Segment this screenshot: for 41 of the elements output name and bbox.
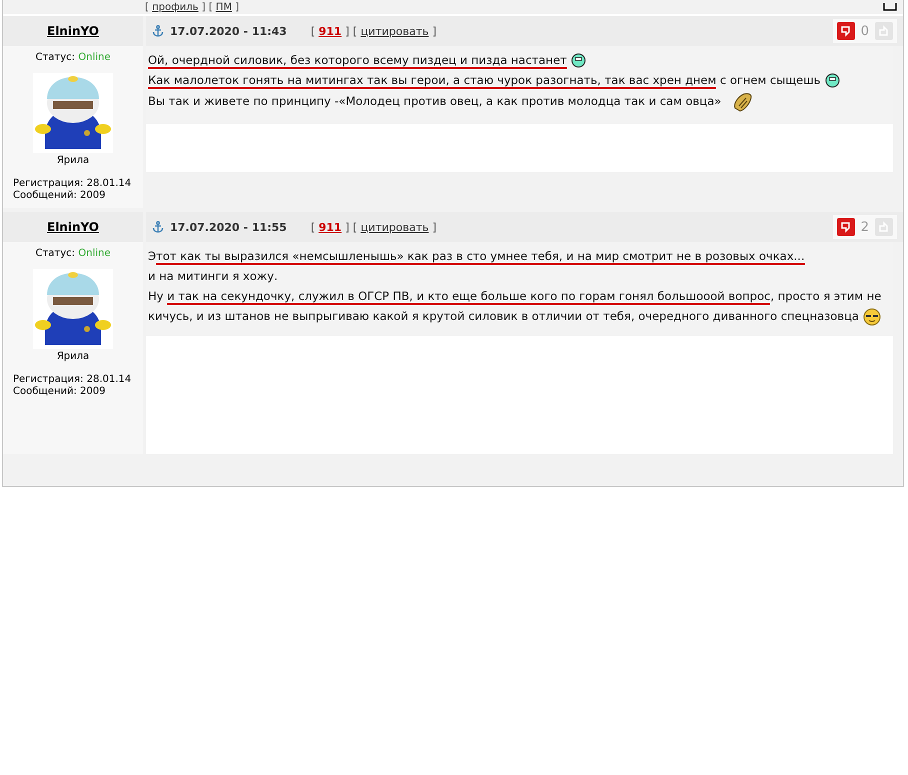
profile-link[interactable]: профиль bbox=[152, 2, 198, 12]
rating-count: 0 bbox=[860, 24, 869, 38]
post-number-link[interactable]: 911 bbox=[318, 24, 342, 38]
bracket-text: [ bbox=[145, 2, 149, 12]
bracket-text: [ bbox=[310, 24, 316, 38]
user-rank: Ярила bbox=[56, 351, 90, 362]
user-rank: Ярила bbox=[56, 155, 90, 166]
bracket-text: ] [ bbox=[202, 2, 213, 12]
anchor-icon[interactable] bbox=[152, 25, 164, 37]
rating-count: 2 bbox=[860, 220, 869, 234]
quote-link[interactable]: цитировать bbox=[360, 220, 429, 234]
message-count: Сообщений: 2009 bbox=[12, 386, 106, 398]
post-paragraph: и на митинги я хожу. bbox=[148, 268, 279, 285]
author-link[interactable]: ElninYO bbox=[47, 220, 99, 234]
quote-link[interactable]: цитировать bbox=[360, 24, 429, 38]
post-paragraph: Как малолеток гонять на митингах так вы герои, а стаю чурок разогнать, так вас хрен днем с огнем сыщешь bbox=[148, 70, 885, 90]
status-text: Статус: Online bbox=[36, 52, 110, 63]
window-icon bbox=[883, 3, 897, 11]
registration-date: Регистрация: 28.01.14 bbox=[12, 178, 132, 190]
bracket-text: ] bbox=[235, 2, 240, 12]
bracket-text: ] [ bbox=[345, 24, 358, 38]
smiley-icon bbox=[570, 53, 586, 68]
sunglasses-smiley-icon bbox=[862, 308, 881, 326]
post-paragraph: Этот как ты выразился «немсышленышь» как раз в сто умнее тебя, и на мир смотрит не в розовых очках... bbox=[148, 248, 806, 266]
post-paragraph: Ой, очердной силовик, без которого всему пиздец и пизда настанет bbox=[148, 50, 885, 70]
bracket-text: ] bbox=[432, 220, 437, 234]
bracket-text: ] [ bbox=[345, 220, 358, 234]
status-text: Статус: Online bbox=[36, 248, 110, 259]
bracket-text: ] bbox=[432, 24, 437, 38]
bracket-text: [ bbox=[310, 220, 316, 234]
smiley-icon bbox=[824, 73, 840, 88]
message-count: Сообщений: 2009 bbox=[12, 190, 106, 202]
post-paragraph: Вы так и живете по принципу -«Молодец против овец, а как против молодца так и сам овца» bbox=[148, 90, 885, 114]
post-date: 17.07.2020 - 11:43 bbox=[170, 24, 287, 38]
pm-link[interactable]: ПМ bbox=[216, 2, 232, 12]
author-link[interactable]: ElninYO bbox=[47, 24, 99, 38]
post-number-link[interactable]: 911 bbox=[318, 220, 342, 234]
registration-date: Регистрация: 28.01.14 bbox=[12, 374, 132, 386]
anchor-icon[interactable] bbox=[152, 221, 164, 233]
post-paragraph: Ну и так на секундочку, служил в ОГСР ПВ, и кто еще больше кого по горам гонял большооой вопрос, просто я этим не кичусь, и из штанов не выпрыгиваю какой я крутой силовик в отличии от тебя, очередного диванного спецназовца bbox=[148, 286, 885, 326]
post-date: 17.07.2020 - 11:55 bbox=[170, 220, 287, 234]
